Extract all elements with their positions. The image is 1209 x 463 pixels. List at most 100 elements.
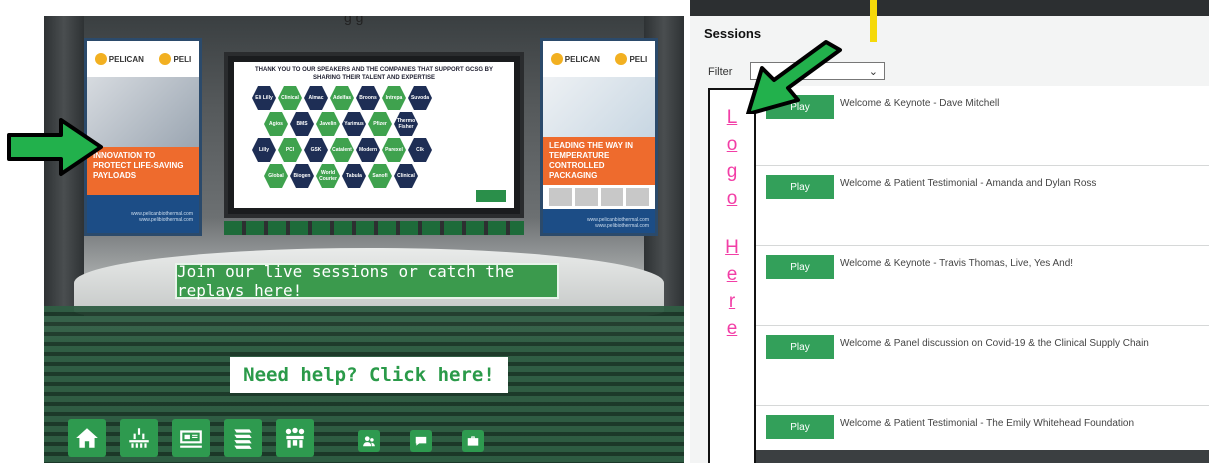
banner-logos: PELICAN PELI [87, 41, 199, 77]
banner-urls: www.pelicanbiothermal.com www.pelibiothe… [543, 209, 655, 233]
product-boxes [543, 185, 655, 209]
session-title: Welcome & Patient Testimonial - The Emil… [840, 418, 1135, 429]
sponsor-hex: BMS [290, 112, 314, 136]
pelican-logo-icon [94, 53, 107, 65]
hex-row: Eli Lilly Clinical Almac Adelfas Broons Intre… [252, 86, 492, 110]
nav-booths-button[interactable] [172, 419, 210, 457]
logo-letter: e [726, 264, 738, 285]
home-icon [76, 428, 98, 448]
play-button[interactable]: Play [766, 175, 834, 199]
play-button[interactable]: Play [766, 335, 834, 359]
banner-urls: www.pelicanbiothermal.com www.pelibiothe… [87, 195, 199, 233]
sponsor-hex: Lilly [252, 138, 276, 162]
logo-letter: g [726, 161, 738, 182]
annotation-arrow-downleft-icon [746, 40, 842, 114]
session-row: Play Welcome & Panel discussion on Covid-… [756, 326, 1209, 406]
help-button[interactable]: Need help? Click here! [230, 357, 508, 393]
sponsor-hex: Clk [408, 138, 432, 162]
people-icon [363, 436, 375, 447]
peli-logo-icon [615, 53, 628, 65]
briefcase-icon [467, 436, 479, 446]
sponsor-hex: World Courier [316, 164, 340, 188]
banner-tagline: LEADING THE WAY IN TEMPERATURE CONTROLLE… [543, 137, 655, 185]
sponsor-hex: Yarimus [342, 112, 366, 136]
logo-letter: H [725, 237, 739, 258]
logo-placeholder: Logo Here [708, 88, 756, 463]
virtual-auditorium: g g PELICAN PELI INNOVATION TO PROTECT L… [44, 16, 684, 463]
session-list: Play Welcome & Keynote - Dave Mitchell Pla… [756, 86, 1209, 463]
sponsor-banner-right[interactable]: PELICAN PELI LEADING THE WAY IN TEMPERAT… [540, 38, 658, 236]
nav-briefcase-button[interactable] [462, 430, 484, 452]
logo-letter: o [726, 134, 738, 155]
banner-logos: PELICAN PELI [543, 41, 655, 77]
session-row: Play Welcome & Patient Testimonial - Aman… [756, 166, 1209, 246]
screenshot-root: g g PELICAN PELI INNOVATION TO PROTECT L… [0, 0, 1209, 463]
session-row: Play Welcome & Keynote - Travis Thomas, L… [756, 246, 1209, 326]
brand-name: PELI [629, 54, 648, 64]
stack-icon [234, 429, 252, 449]
stage-led-bar [224, 221, 524, 235]
sessions-topbar [690, 0, 1209, 42]
sponsor-hex: Suvoda [408, 86, 432, 110]
meeting-icon [285, 427, 305, 448]
logo-letter: r [728, 291, 736, 312]
yellow-marker [870, 0, 877, 42]
brand-name: PELICAN [564, 54, 600, 64]
sponsor-hex: Broons [356, 86, 380, 110]
sponsor-hex: Catalent [330, 138, 354, 162]
sponsor-hex: Intrepa [382, 86, 406, 110]
session-title: Welcome & Keynote - Dave Mitchell [840, 98, 1000, 109]
nav-resources-button[interactable] [224, 419, 262, 457]
booth-icon [180, 430, 202, 448]
sponsor-hex: Tabula [342, 164, 366, 188]
sponsor-hex: Parexel [382, 138, 406, 162]
sponsor-hex: Global [264, 164, 288, 188]
stage-screen: THANK YOU TO OUR SPEAKERS AND THE COMPAN… [224, 52, 524, 218]
live-sessions-button[interactable]: Join our live sessions or catch the repl… [175, 262, 559, 300]
sponsor-hex: Almac [304, 86, 328, 110]
sponsor-hex: Javelin [316, 112, 340, 136]
play-button[interactable]: Play [766, 255, 834, 279]
sponsor-hex: Biogen [290, 164, 314, 188]
hex-row: Global Biogen World Courier Tabula Sanofi Cli… [264, 164, 492, 188]
brand-name: PELICAN [108, 54, 144, 64]
logo-letter: e [726, 318, 738, 339]
hex-row: Lilly PCI GSK Catalent Modern Parexel Clk [252, 138, 492, 162]
session-title: Welcome & Keynote - Travis Thomas, Live,… [840, 258, 1074, 269]
top-caption: g g [344, 16, 364, 25]
sponsor-hex: GSK [304, 138, 328, 162]
logo-letter: o [726, 188, 738, 209]
sponsor-hex: Modern [356, 138, 380, 162]
nav-home-button[interactable] [68, 419, 106, 457]
sponsor-hex: Clinical [394, 164, 418, 188]
session-title: Welcome & Panel discussion on Covid-19 &… [840, 338, 1149, 349]
screen-title: THANK YOU TO OUR SPEAKERS AND THE COMPAN… [254, 67, 494, 81]
nav-stage-button[interactable] [120, 419, 158, 457]
sponsor-hex: Eli Lilly [252, 86, 276, 110]
annotation-arrow-right-icon [7, 118, 103, 176]
sponsor-hex: Agios [264, 112, 288, 136]
venue-navbar [68, 418, 514, 458]
sponsor-hex: Thermo Fisher [394, 112, 418, 136]
sponsor-hex-grid: Eli Lilly Clinical Almac Adelfas Broons Intre… [252, 86, 492, 190]
nav-chat-button[interactable] [410, 430, 432, 452]
nav-people-button[interactable] [358, 430, 380, 452]
sponsor-hex: Clinical [278, 86, 302, 110]
hex-row: Agios BMS Javelin Yarimus Pfizer Thermo Fishe… [264, 112, 492, 136]
pelican-logo-icon [550, 53, 563, 65]
sessions-bottom-bar [756, 450, 1209, 463]
gcsg-logo [476, 190, 506, 202]
session-title: Welcome & Patient Testimonial - Amanda a… [840, 178, 1097, 189]
chevron-down-icon: ⌄ [868, 65, 878, 78]
lab-photo [543, 77, 655, 137]
chat-icon [415, 436, 427, 446]
stage-icon [129, 428, 149, 448]
play-button[interactable]: Play [766, 415, 834, 439]
sponsor-hex: Sanofi [368, 164, 392, 188]
logo-letter: L [726, 107, 738, 128]
peli-logo-icon [159, 53, 172, 65]
nav-networking-button[interactable] [276, 419, 314, 457]
filter-label: Filter [708, 66, 733, 78]
sponsor-hex: PCI [278, 138, 302, 162]
sponsor-hex: Pfizer [368, 112, 392, 136]
